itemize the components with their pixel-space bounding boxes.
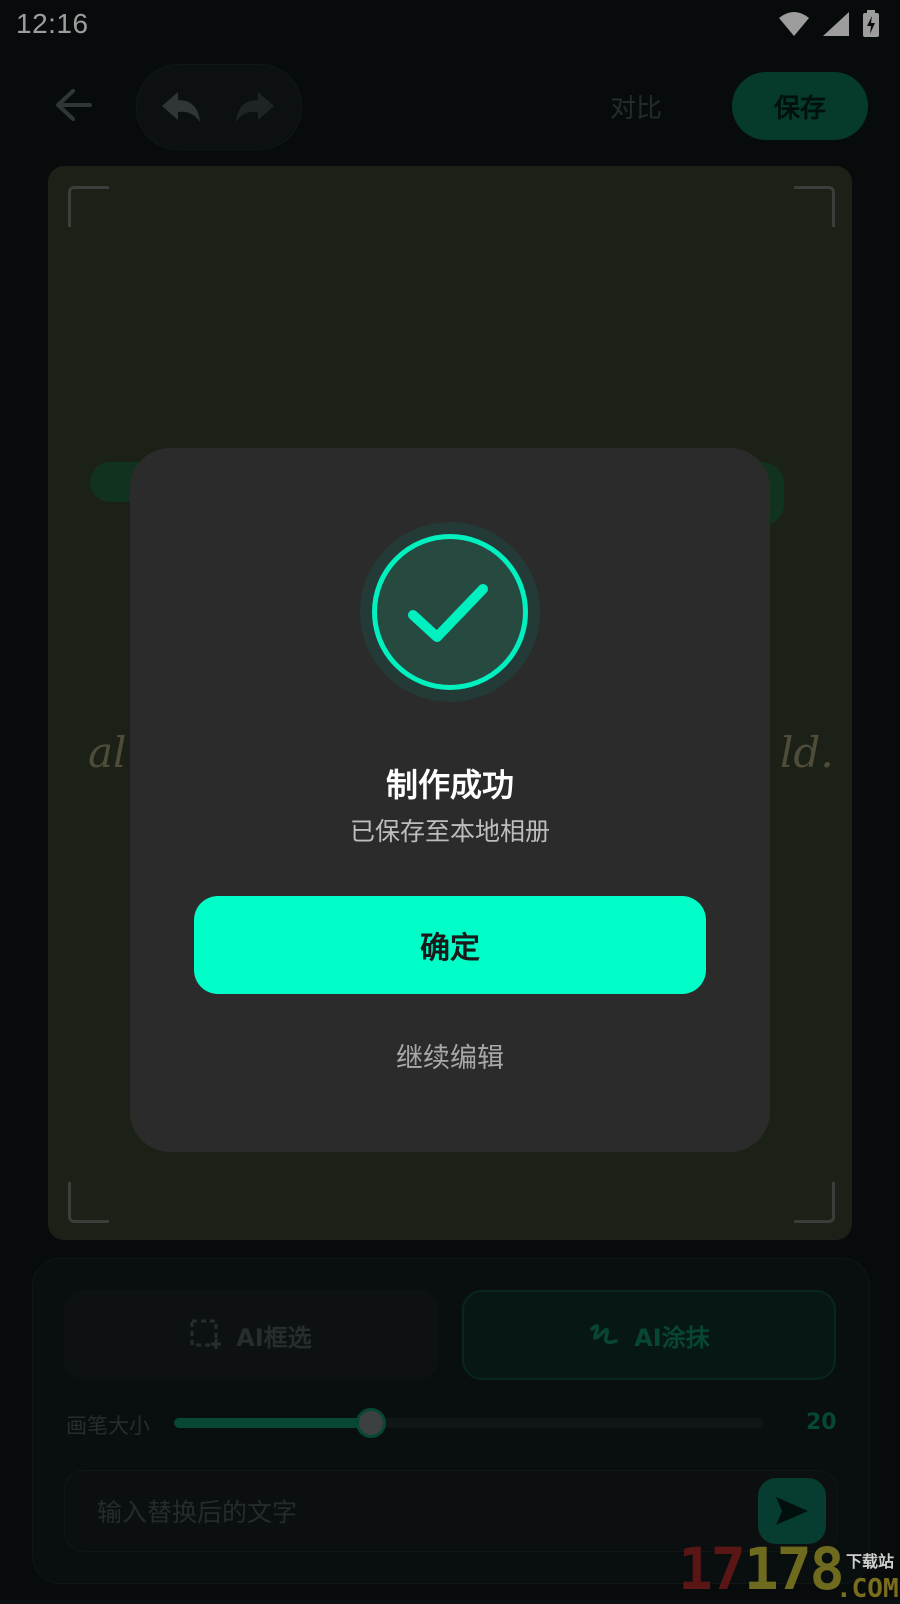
watermark-digits-a: 17 [678, 1535, 746, 1603]
watermark-logo: 17178 [678, 1540, 845, 1598]
confirm-button[interactable]: 确定 [194, 896, 706, 994]
continue-editing-button[interactable]: 继续编辑 [130, 1036, 770, 1075]
watermark-digits-b: 178 [743, 1535, 845, 1603]
watermark-subtitle: 下载站 [846, 1552, 895, 1571]
dialog-title: 制作成功 [385, 766, 514, 804]
checkmark-icon [372, 534, 528, 690]
dialog-subtitle: 已保存至本地相册 [349, 817, 550, 846]
